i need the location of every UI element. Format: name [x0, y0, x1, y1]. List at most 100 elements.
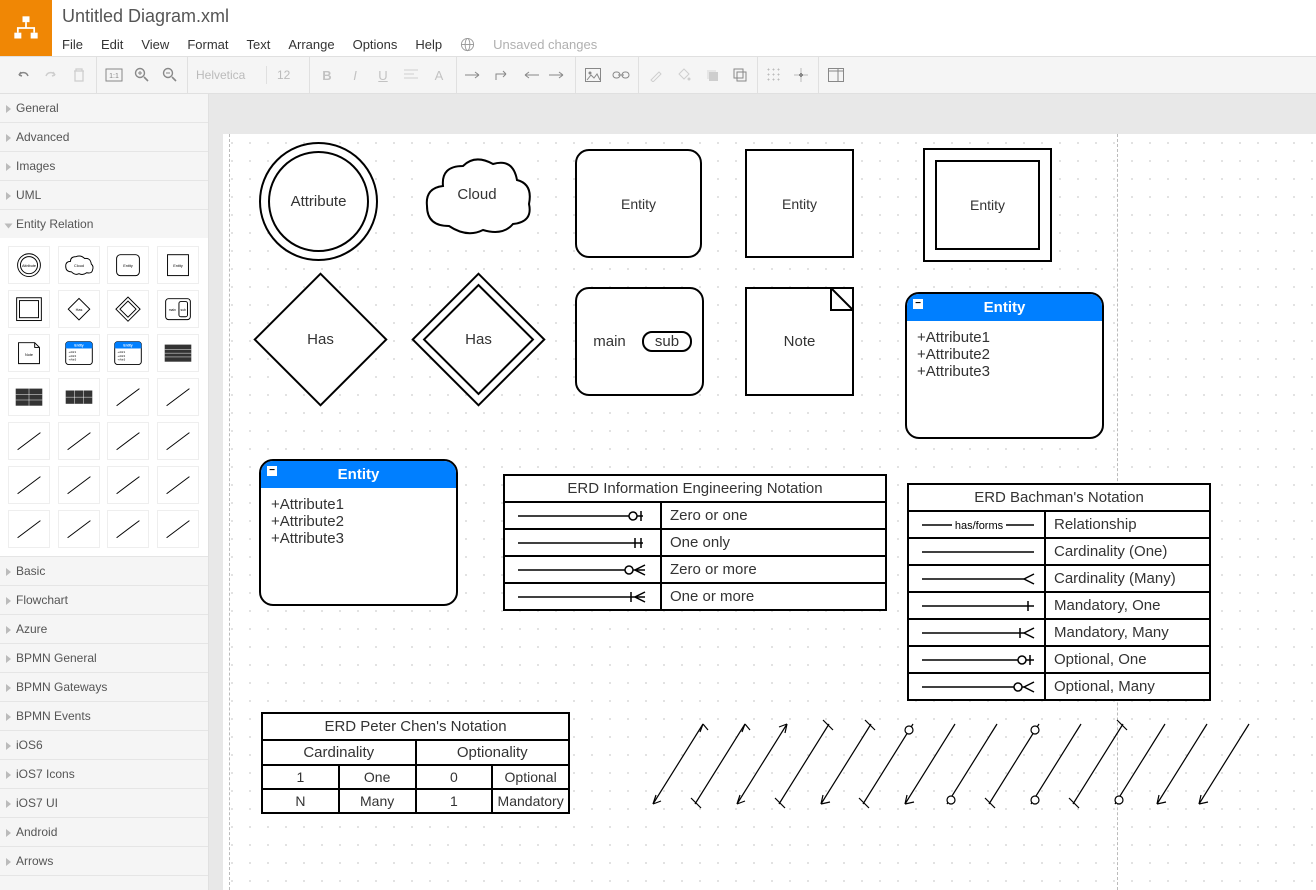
palette-flowchart[interactable]: Flowchart — [0, 586, 208, 614]
grid-guides-button[interactable] — [792, 66, 810, 84]
palette-item-line[interactable] — [157, 466, 199, 504]
palette-item-table1[interactable] — [157, 334, 199, 372]
palette-item-has[interactable]: Has — [58, 290, 100, 328]
shape-erd-chen-table[interactable]: ERD Peter Chen's Notation Cardinality Op… — [261, 712, 570, 814]
connector-straight-button[interactable] — [465, 66, 483, 84]
underline-button[interactable]: U — [374, 66, 392, 84]
grid-dots-button[interactable] — [766, 67, 782, 83]
canvas-area[interactable]: Attribute Cloud Entity Entity Entity Has… — [209, 94, 1316, 890]
palette-item-entity-card2[interactable]: Entity+Attr1+Attr2+Attr3 — [107, 334, 149, 372]
menu-file[interactable]: File — [62, 37, 83, 52]
menu-format[interactable]: Format — [187, 37, 228, 52]
palette-arrows[interactable]: Arrows — [0, 847, 208, 875]
palette-item-line[interactable] — [58, 422, 100, 460]
palette-item-mainsub[interactable]: mainsub — [157, 290, 199, 328]
font-family-select[interactable]: Helvetica — [196, 68, 256, 82]
palette-basic[interactable]: Basic — [0, 557, 208, 585]
palette-item-line[interactable] — [157, 510, 199, 548]
palette-ios7-ui[interactable]: iOS7 UI — [0, 789, 208, 817]
font-size-select[interactable]: 12 — [277, 68, 301, 82]
menu-text[interactable]: Text — [246, 37, 270, 52]
palette-advanced[interactable]: Advanced — [0, 123, 208, 151]
stroke-color-button[interactable] — [647, 66, 665, 84]
fill-color-button[interactable] — [675, 66, 693, 84]
palette-item-line[interactable] — [107, 466, 149, 504]
palette-item-line[interactable] — [8, 466, 50, 504]
app-logo[interactable] — [0, 0, 52, 56]
image-button[interactable] — [584, 66, 602, 84]
palette-item-line[interactable] — [8, 510, 50, 548]
shape-note[interactable]: Note — [745, 287, 854, 396]
palette-item-line[interactable] — [8, 422, 50, 460]
collapse-icon[interactable]: − — [267, 466, 277, 476]
connector-orthogonal-button[interactable] — [493, 66, 511, 84]
shadow-button[interactable] — [703, 66, 721, 84]
palette-item-cloud[interactable]: Cloud — [58, 246, 100, 284]
shape-entity-double[interactable]: Entity — [923, 148, 1052, 262]
palette-general[interactable]: General — [0, 94, 208, 122]
palette-ios6[interactable]: iOS6 — [0, 731, 208, 759]
shape-has[interactable]: Has — [273, 292, 368, 387]
palette-entity-relation[interactable]: Entity Relation — [0, 210, 208, 238]
shape-has-double[interactable]: Has — [431, 292, 526, 387]
palette-item-line[interactable] — [107, 378, 149, 416]
menu-arrange[interactable]: Arrange — [288, 37, 334, 52]
format-panel-button[interactable] — [827, 66, 845, 84]
palette-android[interactable]: Android — [0, 818, 208, 846]
palette-azure[interactable]: Azure — [0, 615, 208, 643]
palette-item-line[interactable] — [157, 378, 199, 416]
arrow-start-button[interactable] — [521, 66, 539, 84]
undo-button[interactable] — [14, 66, 32, 84]
menu-help[interactable]: Help — [415, 37, 442, 52]
zoom-fit-button[interactable]: 1:1 — [105, 66, 123, 84]
menu-edit[interactable]: Edit — [101, 37, 123, 52]
font-color-button[interactable]: A — [430, 66, 448, 84]
link-button[interactable] — [612, 66, 630, 84]
shape-entity-rounded[interactable]: Entity — [575, 149, 702, 258]
palette-item-line[interactable] — [58, 466, 100, 504]
redo-button[interactable] — [42, 66, 60, 84]
palette-ios7-icons[interactable]: iOS7 Icons — [0, 760, 208, 788]
shape-attribute[interactable]: Attribute — [259, 142, 378, 261]
palette-item-attribute[interactable]: Attribute — [8, 246, 50, 284]
palette-item-line[interactable] — [107, 510, 149, 548]
arrow-end-button[interactable] — [549, 66, 567, 84]
zoom-out-button[interactable] — [161, 66, 179, 84]
palette-item-table3[interactable] — [58, 378, 100, 416]
palette-item-line[interactable] — [58, 510, 100, 548]
palette-images[interactable]: Images — [0, 152, 208, 180]
bold-button[interactable]: B — [318, 66, 336, 84]
layers-button[interactable] — [731, 66, 749, 84]
shape-entity-square[interactable]: Entity — [745, 149, 854, 258]
menu-options[interactable]: Options — [353, 37, 398, 52]
palette-item-note[interactable]: Note — [8, 334, 50, 372]
shape-entity-card[interactable]: −Entity +Attribute1 +Attribute2 +Attribu… — [259, 459, 458, 606]
zoom-in-button[interactable] — [133, 66, 151, 84]
language-icon[interactable] — [460, 37, 475, 52]
mainsub-sub-label: sub — [655, 333, 679, 350]
shape-entity-card[interactable]: −Entity +Attribute1 +Attribute2 +Attribu… — [905, 292, 1104, 439]
palette-item-entity-rounded[interactable]: Entity — [107, 246, 149, 284]
menu-view[interactable]: View — [141, 37, 169, 52]
palette-item-line[interactable] — [107, 422, 149, 460]
shape-mainsub[interactable]: main sub — [575, 287, 704, 396]
palette-bpmn-gateways[interactable]: BPMN Gateways — [0, 673, 208, 701]
shape-connector-samples[interactable] — [643, 714, 1316, 837]
shape-cloud[interactable]: Cloud — [417, 144, 537, 244]
shape-erd-bachman-table[interactable]: ERD Bachman's Notation has/formsRelation… — [907, 483, 1211, 701]
palette-item-entity-card[interactable]: Entity+Attr1+Attr2+Attr3 — [58, 334, 100, 372]
palette-bpmn-events[interactable]: BPMN Events — [0, 702, 208, 730]
palette-uml[interactable]: UML — [0, 181, 208, 209]
italic-button[interactable]: I — [346, 66, 364, 84]
palette-item-table2[interactable] — [8, 378, 50, 416]
palette-item-line[interactable] — [157, 422, 199, 460]
palette-bpmn-general[interactable]: BPMN General — [0, 644, 208, 672]
align-button[interactable] — [402, 66, 420, 84]
palette-item-entity-double[interactable] — [8, 290, 50, 328]
delete-button[interactable] — [70, 66, 88, 84]
shape-erd-ie-table[interactable]: ERD Information Engineering Notation Zer… — [503, 474, 887, 611]
collapse-icon[interactable]: − — [913, 299, 923, 309]
palette-item-has-double[interactable] — [107, 290, 149, 328]
palette-item-entity-square[interactable]: Entity — [157, 246, 199, 284]
document-title[interactable]: Untitled Diagram.xml — [62, 6, 229, 26]
